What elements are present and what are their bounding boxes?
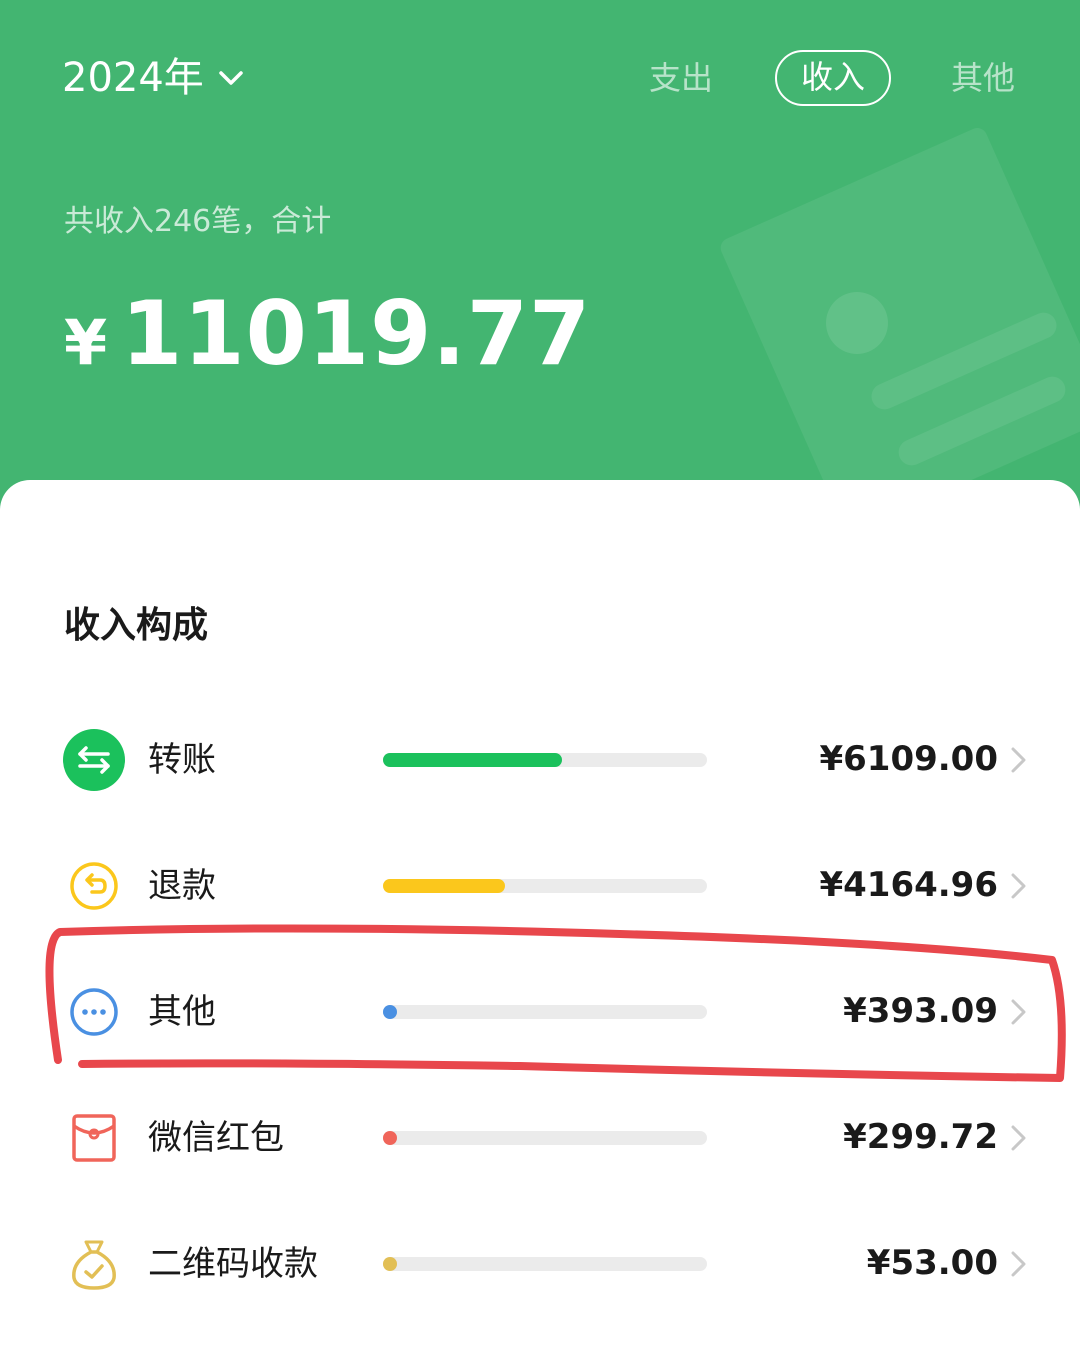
item-label: 转账 [148,740,216,780]
chevron-right-icon [1011,1125,1026,1151]
share-bar [383,1131,707,1145]
chevron-right-icon [1011,747,1026,773]
item-amount: ¥53.00 [866,1243,998,1283]
chevron-right-icon [1011,873,1026,899]
item-label: 二维码收款 [148,1244,318,1284]
share-bar [383,1257,707,1271]
item-amount: ¥299.72 [843,1117,998,1157]
income-summary: 共收入246笔，合计 [64,204,332,239]
section-title: 收入构成 [64,605,209,646]
item-amount: ¥6109.00 [819,739,998,779]
total-amount: ¥ 11019.77 [64,282,591,385]
currency-symbol: ¥ [64,306,108,379]
item-amount: ¥393.09 [843,991,998,1031]
transfer-icon [63,729,125,791]
item-label: 退款 [148,866,216,906]
share-bar [383,753,707,767]
tab-income[interactable]: 收入 [775,50,891,106]
item-label: 其他 [148,992,216,1032]
income-statistics-page: 2024年 支出 收入 其他 共收入246笔，合计 ¥ 11019.77 收入构… [0,0,1080,1355]
refund-icon [70,862,118,910]
item-label: 微信红包 [148,1118,284,1158]
chevron-right-icon [1011,1251,1026,1277]
list-item-other[interactable]: 其他 ¥393.09 [0,962,1080,1062]
tab-expense[interactable]: 支出 [636,50,726,106]
share-bar-fill [383,753,562,767]
decoration-circle [826,292,888,354]
share-bar-fill [383,1131,397,1145]
total-value: 11019.77 [121,282,592,385]
share-bar-fill [383,879,505,893]
list-item-transfer[interactable]: 转账 ¥6109.00 [0,710,1080,810]
more-icon [70,988,118,1036]
composition-card: 收入构成 转账 ¥6109.00 退款 ¥4164.96 其他 ¥393.09 … [0,480,1080,1355]
list-item-refund[interactable]: 退款 ¥4164.96 [0,836,1080,936]
type-tabs: 支出 收入 其他 [0,50,1080,108]
list-item-red-packet[interactable]: 微信红包 ¥299.72 [0,1088,1080,1188]
share-bar-fill [383,1257,397,1271]
tab-other[interactable]: 其他 [938,50,1028,106]
money-bag-icon [72,1240,116,1290]
share-bar [383,879,707,893]
share-bar [383,1005,707,1019]
share-bar-fill [383,1005,397,1019]
chevron-right-icon [1011,999,1026,1025]
red-packet-icon [72,1114,116,1162]
item-amount: ¥4164.96 [819,865,998,905]
list-item-qr-payment[interactable]: 二维码收款 ¥53.00 [0,1214,1080,1314]
header: 2024年 支出 收入 其他 共收入246笔，合计 ¥ 11019.77 [0,0,1080,540]
